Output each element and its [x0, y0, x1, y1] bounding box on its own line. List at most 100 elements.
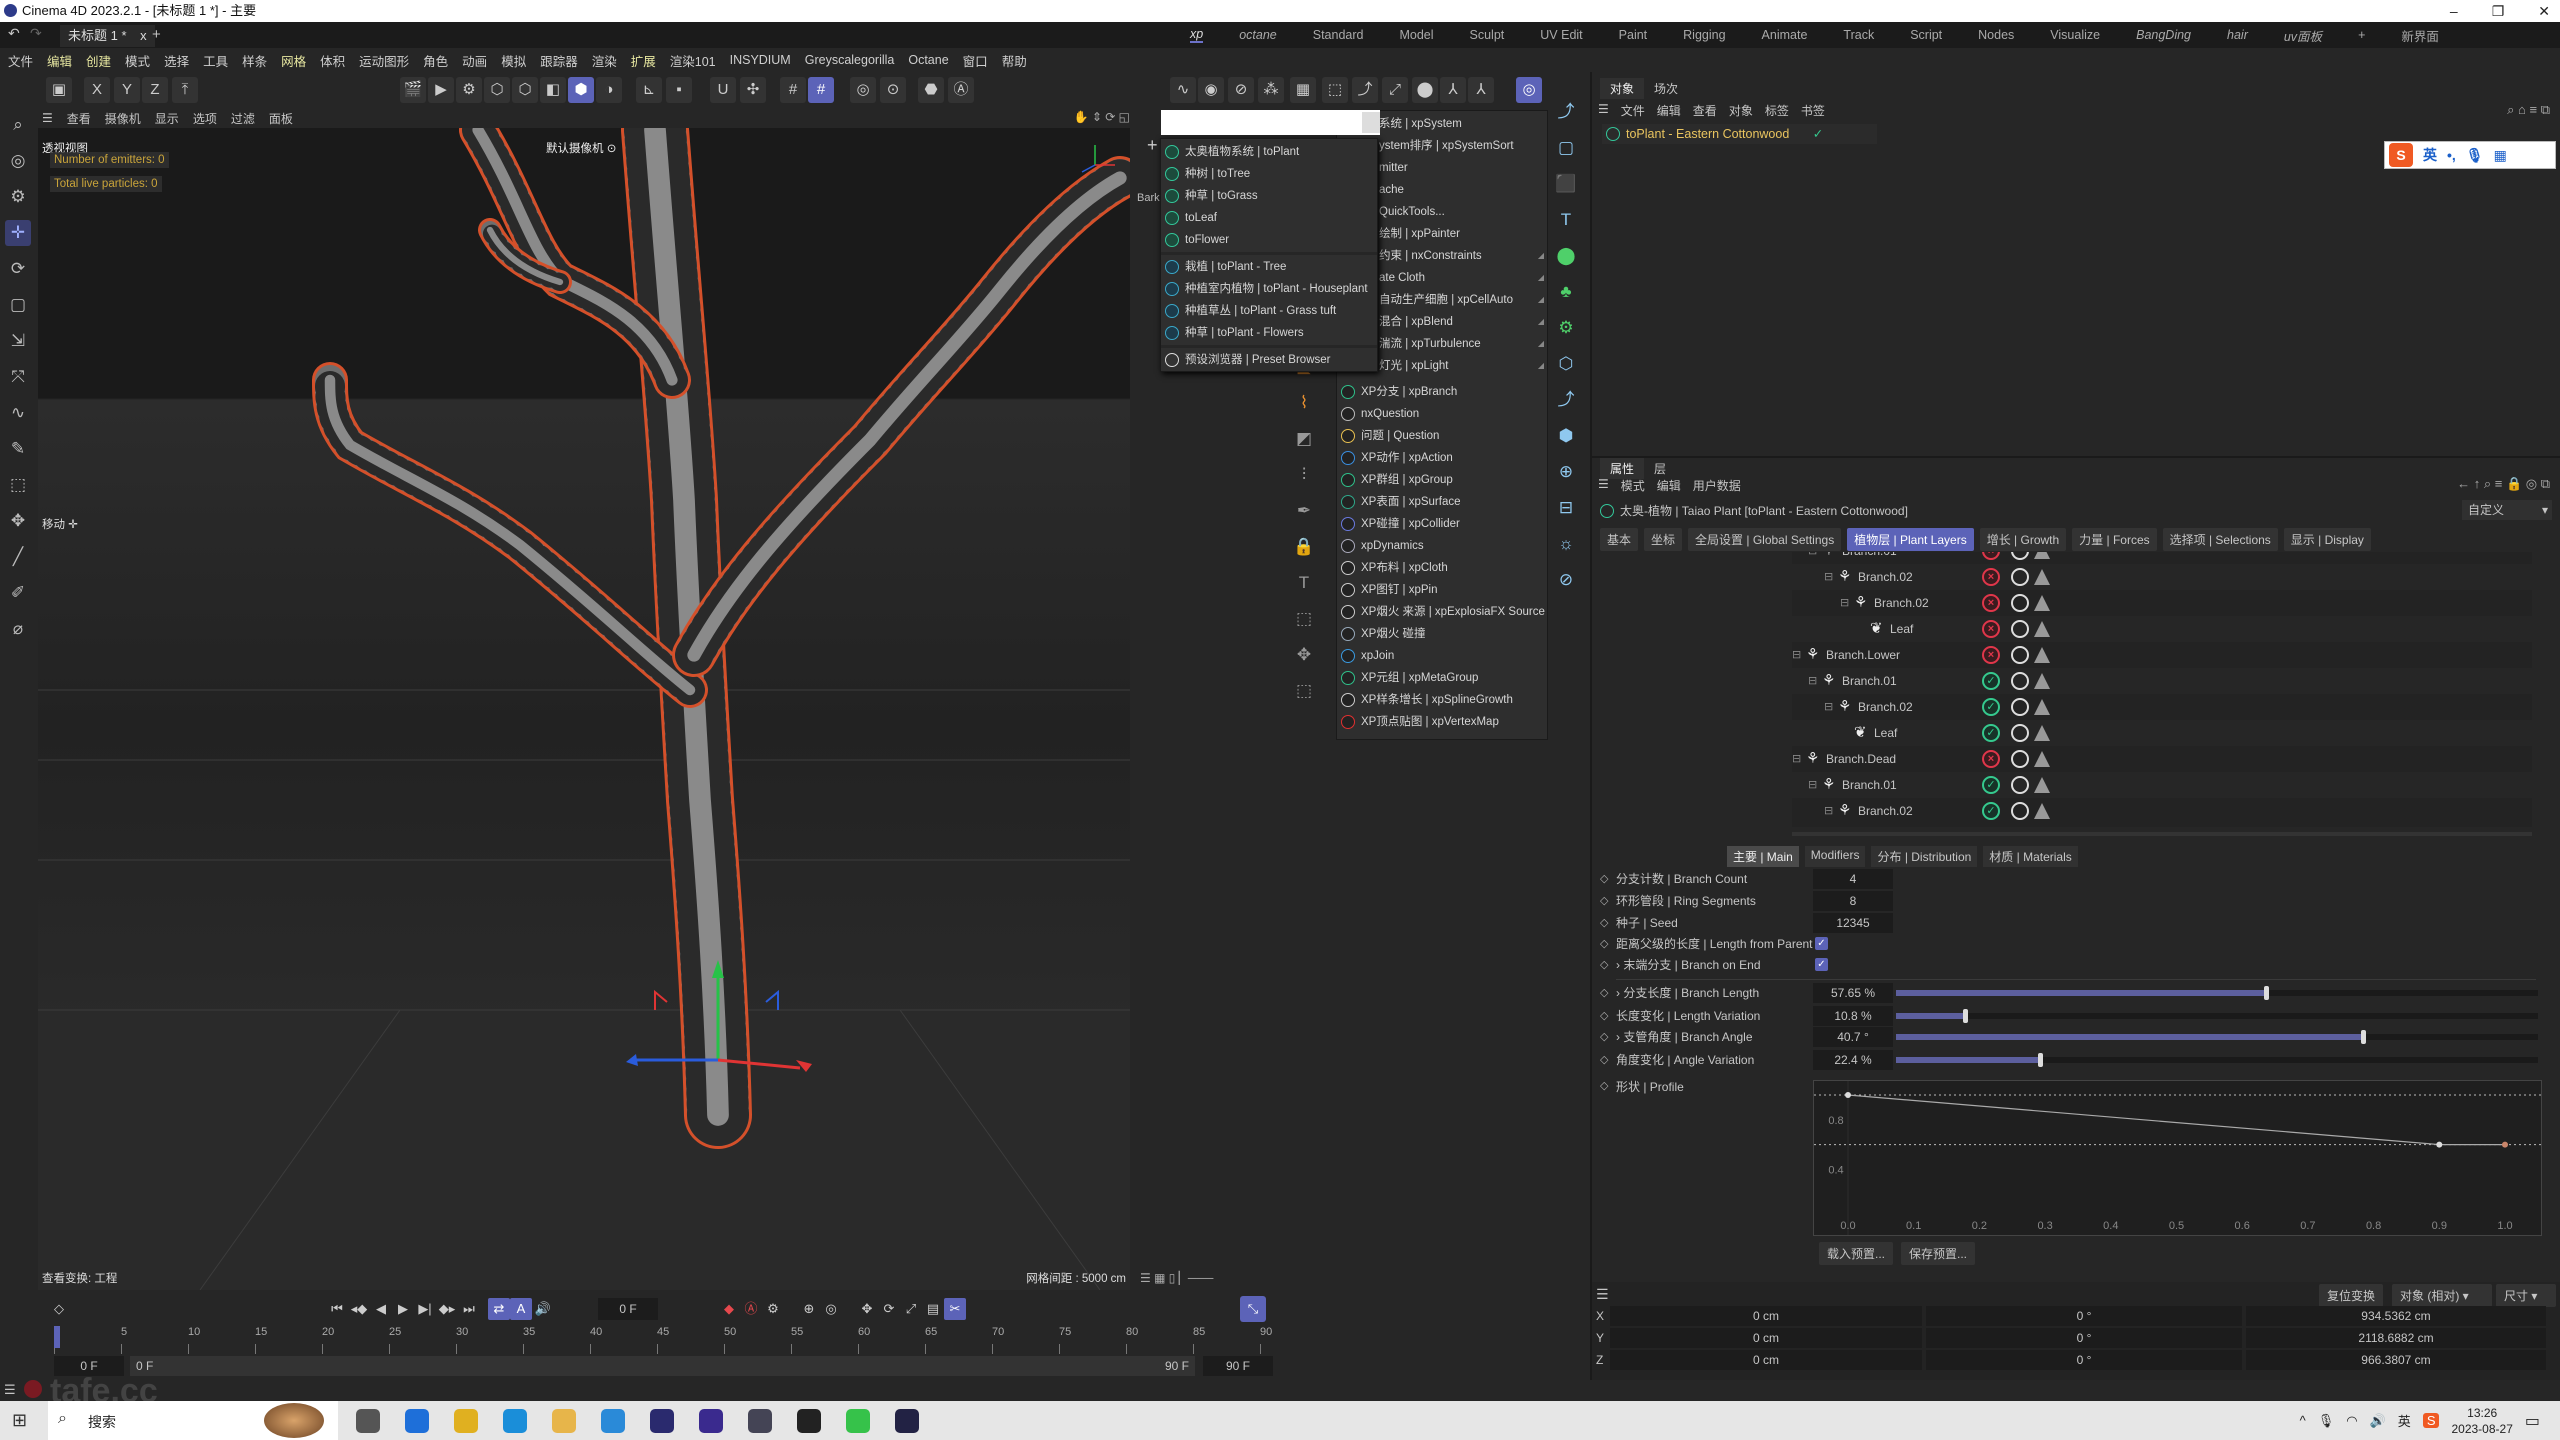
guide-icon[interactable]: ⊙ [880, 77, 906, 103]
layout-tab[interactable]: Rigging [1683, 28, 1725, 42]
slider-value-field[interactable]: 40.7 ° [1813, 1027, 1893, 1047]
key-param-icon[interactable]: ▤ [922, 1298, 944, 1320]
object-row-toplant[interactable]: toPlant - Eastern Cottonwood ✓ [1602, 124, 1877, 144]
menu-item[interactable]: 编辑 [47, 51, 72, 70]
visibility-circle-icon[interactable] [2011, 568, 2029, 586]
volume-icon[interactable]: 🔊 [2370, 1413, 2386, 1429]
menu-item[interactable]: 问题 | Question [1337, 425, 1547, 447]
xp-sphere-icon[interactable]: ⬤ [1412, 77, 1438, 103]
undo-icon[interactable]: ↶ [8, 25, 20, 42]
solo-triangle-icon[interactable] [2034, 673, 2050, 689]
solo-icon[interactable]: ▪ [666, 77, 692, 103]
pen-tool-icon[interactable]: ✎ [5, 436, 31, 462]
menu-item[interactable]: XP表面 | xpSurface [1337, 491, 1547, 513]
menu-item[interactable]: XP群组 | xpGroup [1337, 469, 1547, 491]
keyframe-diamond-icon[interactable]: ◇ [1600, 982, 1608, 1004]
viewport-menu-icon[interactable]: ☰ [42, 111, 53, 125]
viewport-menu-item[interactable]: 显示 [155, 110, 179, 127]
menu-item[interactable]: 窗口 [963, 51, 988, 70]
timeline-ruler[interactable]: 051015202530354045505560657075808590 [54, 1326, 1274, 1356]
menu-item[interactable]: 种植草丛 | toPlant - Grass tuft [1161, 300, 1377, 322]
solo-triangle-icon[interactable] [2034, 552, 2050, 559]
slider-track[interactable] [1896, 1053, 2538, 1067]
layer-row[interactable]: ⊟ ⚘ Branch.01 × [1792, 552, 2532, 564]
visibility-circle-icon[interactable] [2011, 776, 2029, 794]
move-tool-icon[interactable]: ✛ [5, 220, 31, 246]
collapse-icon[interactable]: ⊟ [1840, 590, 1849, 616]
solo-triangle-icon[interactable] [2034, 647, 2050, 663]
attr-menu-item[interactable]: 用户数据 [1693, 477, 1741, 494]
slider-track[interactable] [1896, 1030, 2538, 1044]
visibility-circle-icon[interactable] [2011, 750, 2029, 768]
attribute-nav-icons[interactable]: ← ↑ ⌕ ≡ 🔒 ◎ ⧉ [2457, 476, 2550, 492]
menu-item[interactable]: XP图钉 | xpPin [1337, 579, 1547, 601]
axis-tool-icon[interactable]: ⤧ [5, 364, 31, 390]
layer-row[interactable]: ⊟ ⚘ Branch.01 ✓ [1792, 668, 2532, 694]
menu-search-input[interactable] [1161, 110, 1380, 135]
menu-item[interactable]: xpJoin [1337, 645, 1547, 667]
new-tab-button[interactable]: + [152, 26, 161, 43]
menu-item[interactable]: XP布料 | xpCloth [1337, 557, 1547, 579]
y-axis-lock-icon[interactable]: Y [114, 77, 140, 103]
tool-icon[interactable]: ⬚ [1292, 679, 1316, 703]
layout-tab[interactable]: + [2358, 28, 2365, 42]
taskbar-app-icon[interactable] [895, 1409, 919, 1433]
coordinate-mode-dropdown[interactable]: 对象 (相对) ▾ [2392, 1284, 2492, 1307]
axis-gizmo[interactable] [626, 960, 812, 1072]
layer-row[interactable]: ⊟ ⚘ Branch.Dead × [1792, 746, 2532, 772]
visibility-circle-icon[interactable] [2011, 802, 2029, 820]
key-rotation-icon[interactable]: ⟳ [878, 1298, 900, 1320]
render-region-icon[interactable]: ⬣ [918, 77, 944, 103]
slider-handle[interactable] [2360, 1030, 2366, 1044]
object-create-icon[interactable]: ⬡ [1554, 352, 1578, 376]
om-menu-item[interactable]: 文件 [1621, 102, 1645, 119]
layout-view-icons[interactable]: ☰ ▦ ▯ ▏─── [1140, 1271, 1213, 1285]
attribute-tab[interactable]: 全局设置 | Global Settings [1688, 528, 1842, 551]
loop-icon[interactable]: ⇄ [488, 1298, 510, 1320]
attribute-tab[interactable]: 选择项 | Selections [2162, 528, 2278, 551]
render-settings-icon[interactable]: ⚙ [456, 77, 482, 103]
position-field[interactable]: 0 cm [1610, 1306, 1922, 1326]
menu-item[interactable]: 运动图形 [359, 51, 409, 70]
object-mode-icon[interactable]: ⬡ [484, 77, 510, 103]
render-view-icon[interactable]: 🎬 [400, 77, 426, 103]
rotation-field[interactable]: 0 ° [1926, 1306, 2242, 1326]
solo-triangle-icon[interactable] [2034, 803, 2050, 819]
xp-modifier-2-icon[interactable]: ⅄ [1468, 77, 1494, 103]
keyframe-diamond-icon[interactable]: ◇ [1600, 1049, 1608, 1071]
spline-tool-icon[interactable]: ∿ [5, 400, 31, 426]
visibility-circle-icon[interactable] [2011, 552, 2029, 560]
layout-tab[interactable]: xp [1190, 27, 1204, 43]
keyframe-diamond-icon[interactable]: ◇ [1600, 933, 1608, 955]
taskbar-app-icon[interactable] [846, 1409, 870, 1433]
tool-icon[interactable]: ⬚ [1292, 607, 1316, 631]
workplane-icon[interactable]: ◎ [850, 77, 876, 103]
transform-icon[interactable]: ⇲ [5, 328, 31, 354]
visibility-circle-icon[interactable] [2011, 646, 2029, 664]
disabled-x-icon[interactable]: × [1982, 568, 2000, 586]
object-create-icon[interactable]: ⤴ [1554, 388, 1578, 412]
object-create-icon[interactable]: ⊘ [1554, 568, 1578, 592]
search-icon[interactable]: ⌕ [5, 112, 31, 138]
ime-indicator[interactable]: 英 [2398, 1411, 2411, 1430]
xp-emitter-icon[interactable]: ∿ [1170, 77, 1196, 103]
object-create-icon[interactable]: ⊕ [1554, 460, 1578, 484]
viewport-menu-item[interactable]: 查看 [67, 110, 91, 127]
om-menu-item[interactable]: 书签 [1801, 102, 1825, 119]
menu-icon[interactable]: ☰ [1596, 1286, 1609, 1303]
tray-expand-icon[interactable]: ^ [2300, 1413, 2306, 1428]
menu-item[interactable]: XP碰撞 | xpCollider [1337, 513, 1547, 535]
attribute-tab[interactable]: 基本 [1600, 528, 1639, 551]
attribute-tab[interactable]: 坐标 [1644, 528, 1683, 551]
tree-mesh[interactable] [312, 128, 1130, 1149]
viewport-menu-item[interactable]: 过滤 [231, 110, 255, 127]
tool-icon[interactable]: ⌇ [1292, 391, 1316, 415]
object-create-icon[interactable]: ⚙ [1554, 316, 1578, 340]
menu-item[interactable]: 预设浏览器 | Preset Browser [1161, 349, 1377, 371]
size-field[interactable]: 966.3807 cm [2246, 1350, 2546, 1370]
layer-row[interactable]: ⊟ ⚘ Branch.01 ✓ [1792, 772, 2532, 798]
texture-mode-icon[interactable]: ◑ [596, 77, 622, 103]
ime-mic-icon[interactable]: 🎙 [2466, 147, 2484, 164]
param-checkbox[interactable]: ✓ [1815, 958, 1828, 971]
sound-icon[interactable]: 🔊 [532, 1298, 554, 1320]
